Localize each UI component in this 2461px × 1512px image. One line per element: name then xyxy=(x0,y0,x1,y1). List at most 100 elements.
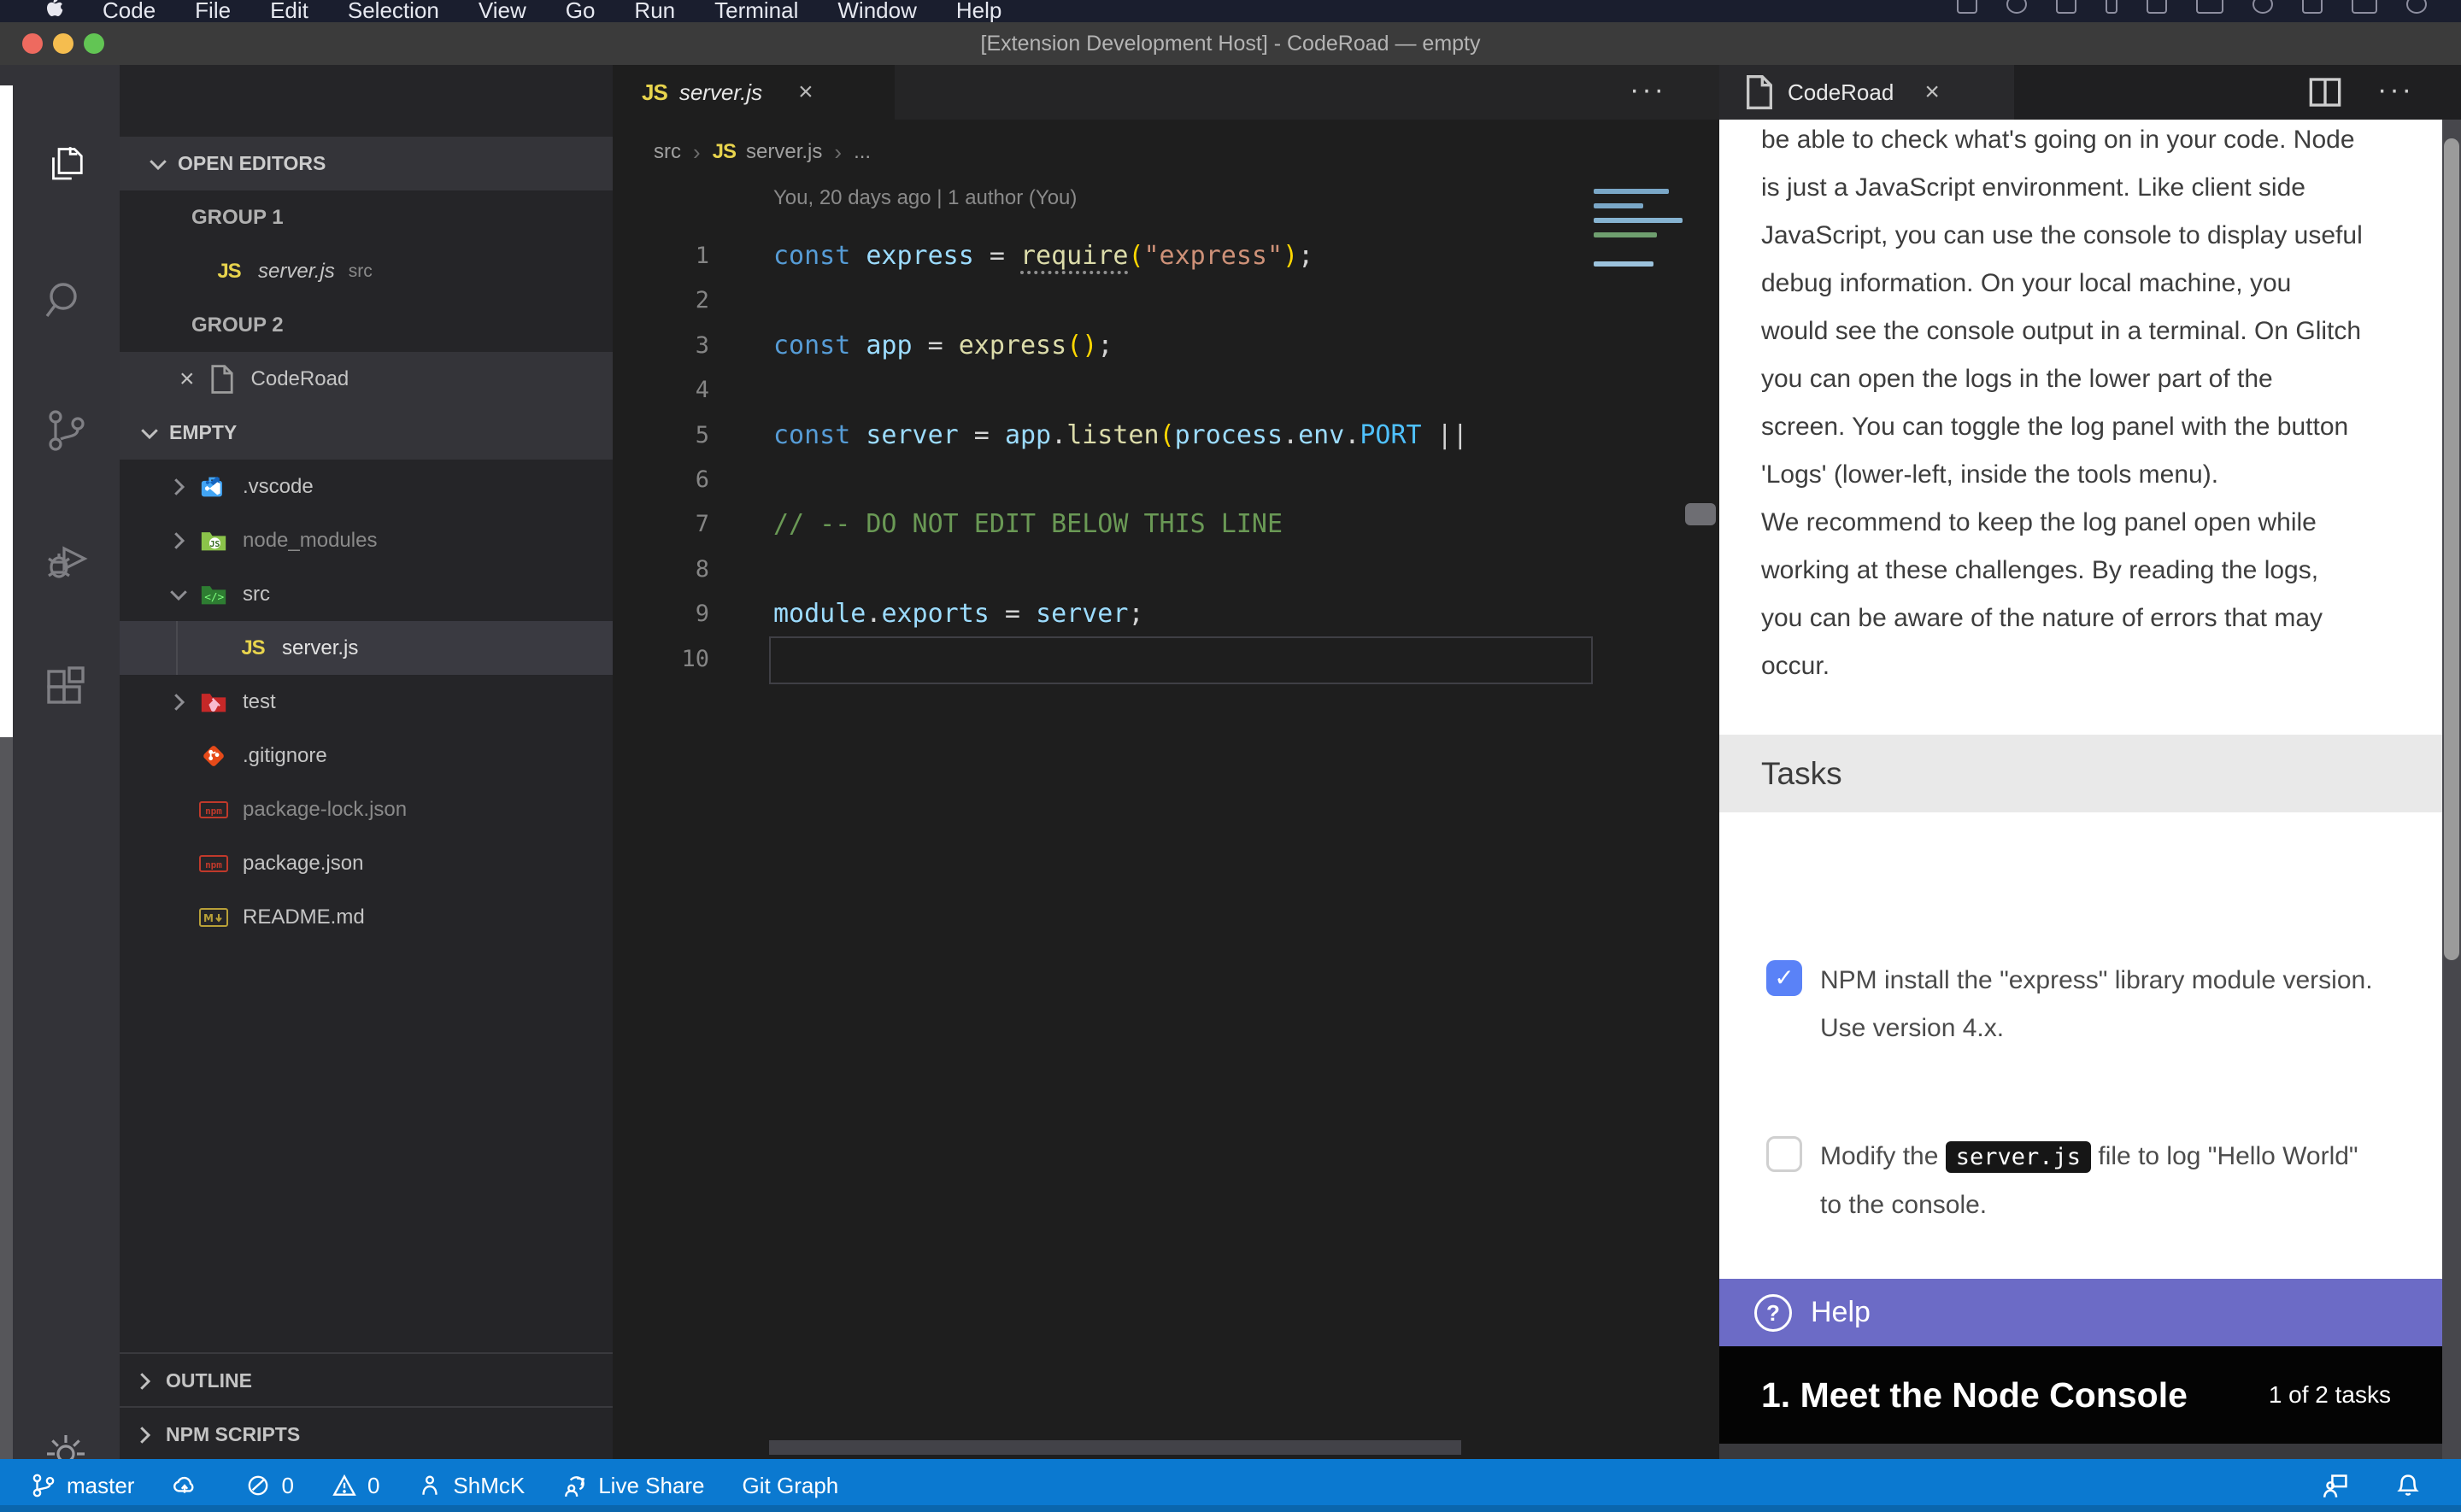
tree-item-src[interactable]: </>src xyxy=(120,567,613,621)
open-editor-coderoad[interactable]: ×CodeRoad xyxy=(120,352,613,406)
window-title-bar[interactable]: [Extension Development Host] - CodeRoad … xyxy=(0,22,2461,66)
status-live-share[interactable]: Live Share xyxy=(562,1473,704,1499)
search-icon[interactable] xyxy=(40,275,91,326)
lesson-footer-bar[interactable]: 1. Meet the Node Console 1 of 2 tasks xyxy=(1719,1346,2442,1444)
tree-item-.vscode[interactable]: .vscode xyxy=(120,460,613,513)
tasks-section-header: Tasks xyxy=(1719,735,2442,812)
extensions-icon[interactable] xyxy=(40,663,91,714)
tree-item-.gitignore[interactable]: .gitignore xyxy=(120,729,613,782)
breadcrumb[interactable]: src › JS server.js ›... xyxy=(654,132,871,173)
horizontal-scrollbar[interactable] xyxy=(769,1440,1461,1455)
apple-logo-icon xyxy=(43,0,68,21)
status-sync-cloud-icon[interactable] xyxy=(172,1473,208,1498)
editor-tab-bar: JS server.js × ··· xyxy=(613,65,1719,120)
task-checkbox[interactable]: ✓ xyxy=(1766,960,1802,996)
explorer-sidebar: EXPLORER OPEN EDITORSGROUP 1JSserver.jss… xyxy=(120,65,613,1459)
section-outline[interactable]: OUTLINE xyxy=(120,1352,613,1408)
breadcrumb-segment[interactable]: src xyxy=(654,140,681,164)
code-line-7[interactable]: 7// -- DO NOT EDIT BELOW THIS LINE xyxy=(613,501,1719,547)
status-bell-icon[interactable] xyxy=(2394,1472,2432,1499)
editor-actions-more-icon[interactable]: ··· xyxy=(1630,65,1666,120)
activity-bar xyxy=(13,65,120,1459)
menu-items: Code File Edit Selection View Go Run Terminal Wi… xyxy=(103,0,1041,22)
section-npm-scripts[interactable]: NPM SCRIPTS xyxy=(120,1406,613,1459)
source-control-icon[interactable] xyxy=(40,405,91,456)
tree-item-readme.md[interactable]: MREADME.md xyxy=(120,890,613,944)
code-line-6[interactable]: 6 xyxy=(613,457,1719,502)
code-line-5[interactable]: 5const server = app.listen(process.env.P… xyxy=(613,413,1719,458)
task-text: NPM install the "express" library module… xyxy=(1820,957,2384,1052)
tree-item-test[interactable]: test xyxy=(120,675,613,729)
status-feedback-icon[interactable] xyxy=(2323,1472,2360,1499)
menu-edit[interactable]: Edit xyxy=(270,0,308,22)
open-editors-group-2[interactable]: GROUP 2 xyxy=(120,298,613,352)
svg-text:npm: npm xyxy=(205,859,222,870)
coderoad-content: be able to check what's going on in your… xyxy=(1719,120,2442,1333)
close-tab-icon[interactable]: × xyxy=(1924,78,1940,107)
help-bar[interactable]: ? Help xyxy=(1719,1279,2442,1346)
status-master[interactable]: master xyxy=(31,1473,134,1499)
left-edge-strip-gray xyxy=(0,737,13,1459)
tree-item-package-lock.json[interactable]: npmpackage-lock.json xyxy=(120,782,613,836)
menu-file[interactable]: File xyxy=(195,0,231,22)
tree-item-server.js[interactable]: JSserver.js xyxy=(120,621,613,675)
code-line-2[interactable]: 2 xyxy=(613,278,1719,323)
code-line-3[interactable]: 3const app = express(); xyxy=(613,323,1719,368)
menu-selection[interactable]: Selection xyxy=(348,0,439,22)
run-debug-icon[interactable] xyxy=(40,533,91,584)
code-line-8[interactable]: 8 xyxy=(613,547,1719,592)
status-0[interactable]: 0 xyxy=(332,1473,379,1499)
code-line-1[interactable]: 1const express = require("express"); xyxy=(613,233,1719,278)
task-checkbox[interactable] xyxy=(1766,1136,1802,1172)
tree-item-package.json[interactable]: npmpackage.json xyxy=(120,836,613,890)
tab-label: server.js xyxy=(679,79,762,106)
help-icon: ? xyxy=(1754,1294,1792,1332)
coderoad-panel: CodeRoad × ··· be able to check what's g… xyxy=(1719,65,2461,1459)
tab-server-js[interactable]: JS server.js × xyxy=(613,65,895,120)
menu-terminal[interactable]: Terminal xyxy=(714,0,798,22)
section-workspace-empty[interactable]: EMPTY xyxy=(120,406,613,460)
webview-scrollbar-thumb[interactable] xyxy=(2444,138,2459,960)
open-editor-server.js[interactable]: JSserver.jssrc xyxy=(120,244,613,298)
file-icon xyxy=(1745,75,1774,109)
js-file-icon: JS xyxy=(713,140,736,164)
menu-code[interactable]: Code xyxy=(103,0,156,22)
close-tab-icon[interactable]: × xyxy=(798,78,813,107)
macos-menu-bar: Code File Edit Selection View Go Run Terminal Wi… xyxy=(0,0,2461,22)
open-editors-group-1[interactable]: GROUP 1 xyxy=(120,190,613,244)
status-bar-edge xyxy=(0,1505,2461,1512)
panel-more-actions-icon[interactable]: ··· xyxy=(2377,65,2414,120)
lesson-progress: 1 of 2 tasks xyxy=(2269,1381,2391,1409)
tab-label: CodeRoad xyxy=(1788,79,1894,106)
tab-coderoad[interactable]: CodeRoad × xyxy=(1719,65,2014,120)
breadcrumb-segment[interactable]: ... xyxy=(854,140,871,164)
breadcrumb-segment[interactable]: server.js xyxy=(746,140,822,164)
inline-code-chip: server.js xyxy=(1946,1141,2091,1173)
left-edge-strip-white xyxy=(0,85,13,737)
close-editor-icon[interactable]: × xyxy=(179,365,195,394)
svg-text:JS: JS xyxy=(209,540,220,549)
section-open-editors[interactable]: OPEN EDITORS xyxy=(120,137,613,190)
split-editor-icon[interactable] xyxy=(2307,75,2343,109)
tree-item-node_modules[interactable]: JSnode_modules xyxy=(120,513,613,567)
coderoad-tab-bar: CodeRoad × ··· xyxy=(1719,65,2461,120)
minimap[interactable] xyxy=(1590,184,1684,363)
vertical-scrollbar-handle[interactable] xyxy=(1685,503,1716,525)
menu-go[interactable]: Go xyxy=(566,0,596,22)
git-blame-codelens[interactable]: You, 20 days ago | 1 author (You) xyxy=(773,186,1077,210)
code-line-9[interactable]: 9module.exports = server; xyxy=(613,591,1719,636)
code-line-4[interactable]: 4 xyxy=(613,367,1719,413)
breadcrumb-separator-icon: › xyxy=(693,139,701,166)
status-git-graph[interactable]: Git Graph xyxy=(743,1473,839,1499)
menu-window[interactable]: Window xyxy=(837,0,916,22)
svg-text:npm: npm xyxy=(205,806,222,817)
menu-help[interactable]: Help xyxy=(956,0,1001,22)
menu-view[interactable]: View xyxy=(479,0,526,22)
svg-text:M: M xyxy=(203,912,214,924)
status-0[interactable]: 0 xyxy=(245,1473,293,1499)
status-shmck[interactable]: ShMcK xyxy=(417,1473,525,1499)
files-icon[interactable] xyxy=(40,147,91,198)
menu-run[interactable]: Run xyxy=(634,0,675,22)
code-line-10[interactable]: 10 xyxy=(613,636,1719,682)
breadcrumb-separator-icon: › xyxy=(834,139,842,166)
